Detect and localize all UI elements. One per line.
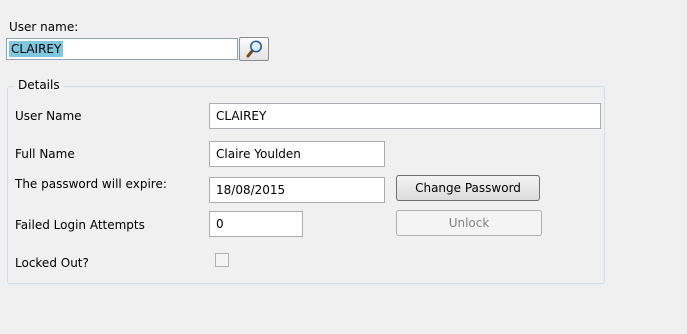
full-name-input[interactable]: [209, 141, 385, 167]
username-lookup-value: CLAIREY: [9, 41, 64, 57]
magnifier-icon: [246, 40, 262, 58]
username-lookup-field[interactable]: CLAIREY: [6, 38, 238, 60]
failed-logins-label: Failed Login Attempts: [15, 218, 145, 232]
unlock-button[interactable]: Unlock: [396, 210, 542, 236]
change-password-button[interactable]: Change Password: [396, 175, 540, 201]
user-search-button[interactable]: [239, 37, 269, 61]
user-name-input[interactable]: [209, 103, 601, 129]
username-label: User name:: [9, 20, 79, 34]
failed-logins-input[interactable]: [209, 211, 303, 237]
user-name-label: User Name: [15, 109, 82, 123]
details-legend: Details: [14, 78, 64, 93]
locked-out-label: Locked Out?: [15, 256, 89, 270]
password-expiry-label: The password will expire:: [15, 177, 167, 191]
locked-out-checkbox[interactable]: [215, 253, 229, 267]
full-name-label: Full Name: [15, 147, 75, 161]
password-expiry-input[interactable]: [209, 177, 385, 203]
